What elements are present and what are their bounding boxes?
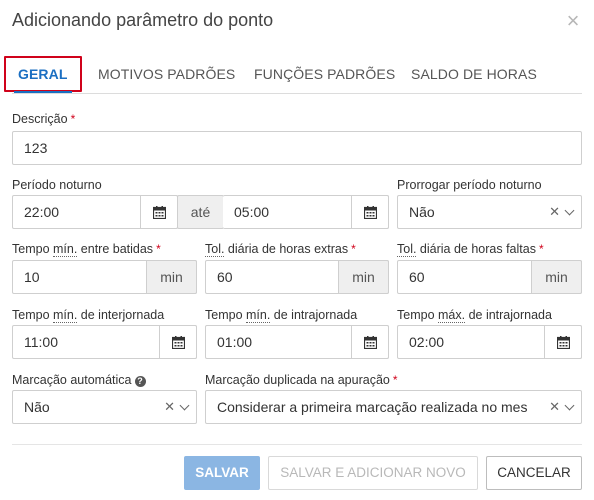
tempo-min-interjornada-input[interactable]: 11:00 xyxy=(12,325,197,359)
footer-divider xyxy=(12,444,582,445)
marcacao-duplicada-label: Marcação duplicada na apuração * xyxy=(205,373,398,387)
tab-bar: GERAL MOTIVOS PADRÕES FUNÇÕES PADRÕES SA… xyxy=(4,56,582,94)
descricao-label: Descrição * xyxy=(12,112,75,126)
prorrogar-select[interactable]: Não ✕ xyxy=(397,195,582,229)
required-marker: * xyxy=(392,373,398,387)
close-icon[interactable]: × xyxy=(564,10,582,32)
label-part: de interjornada xyxy=(77,308,165,322)
clear-icon[interactable]: ✕ xyxy=(549,196,560,228)
calendar-icon xyxy=(171,335,185,349)
periodo-separator: até xyxy=(177,195,224,229)
required-marker: * xyxy=(351,242,356,256)
label-abbr: Tol. xyxy=(397,242,417,257)
tempo-min-intrajornada-input[interactable]: 01:00 xyxy=(205,325,389,359)
label-abbr: mín. xyxy=(246,308,271,323)
calendar-button-interjornada[interactable] xyxy=(159,325,197,359)
calendar-button-periodo-end[interactable] xyxy=(351,195,389,229)
tol-horas-faltas-input[interactable]: 60 min xyxy=(397,260,582,294)
periodo-separator-text: até xyxy=(190,204,211,220)
tempo-min-batidas-label: Tempo mín. entre batidas * xyxy=(12,242,161,257)
descricao-label-text: Descrição xyxy=(12,112,68,126)
clear-icon[interactable]: ✕ xyxy=(164,391,175,423)
dialog-title: Adicionando parâmetro do ponto xyxy=(12,10,274,30)
cancel-button[interactable]: CANCELAR xyxy=(486,456,582,490)
label-part: Tempo xyxy=(205,308,246,322)
descricao-value: 123 xyxy=(24,140,48,156)
help-icon[interactable]: ? xyxy=(134,376,146,387)
label-part: diária de horas extras xyxy=(224,242,349,256)
required-marker: * xyxy=(156,242,161,256)
label-abbr: mín. xyxy=(53,242,78,257)
label-abbr: mín. xyxy=(53,308,78,323)
label-part: Marcação duplicada na apuração xyxy=(205,373,390,387)
label-part: entre batidas xyxy=(77,242,154,256)
tempo-min-interjornada-label: Tempo mín. de interjornada xyxy=(12,308,165,323)
chevron-down-icon[interactable] xyxy=(564,400,575,410)
label-part: diária de horas faltas xyxy=(416,242,536,256)
marcacao-duplicada-select[interactable]: Considerar a primeira marcação realizada… xyxy=(205,390,582,424)
select-controls: ✕ xyxy=(549,391,575,423)
marcacao-automatica-select[interactable]: Não ✕ xyxy=(12,390,197,424)
marcacao-duplicada-value: Considerar a primeira marcação realizada… xyxy=(217,399,527,415)
periodo-noturno-label: Período noturno xyxy=(12,178,102,192)
label-abbr: Tol. xyxy=(205,242,225,257)
label-part: Tempo xyxy=(12,242,53,256)
calendar-button-max-intrajornada[interactable] xyxy=(544,325,582,359)
label-part: Marcação automática xyxy=(12,373,132,387)
tab-funcoes-padroes[interactable]: FUNÇÕES PADRÕES xyxy=(254,56,395,93)
label-part: Tempo xyxy=(397,308,438,322)
tempo-min-intrajornada-label: Tempo mín. de intrajornada xyxy=(205,308,358,323)
unit-addon: min xyxy=(531,260,582,294)
periodo-end-input[interactable]: 05:00 xyxy=(223,195,389,229)
unit-addon: min xyxy=(338,260,389,294)
calendar-icon xyxy=(152,205,166,219)
label-part: de intrajornada xyxy=(465,308,552,322)
label-part: de intrajornada xyxy=(270,308,358,322)
calendar-button-min-intrajornada[interactable] xyxy=(351,325,389,359)
unit-addon: min xyxy=(146,260,197,294)
periodo-start-input[interactable]: 22:00 xyxy=(12,195,178,229)
tab-saldo-de-horas[interactable]: SALDO DE HORAS xyxy=(411,56,537,93)
descricao-input[interactable]: 123 xyxy=(12,131,582,165)
chevron-down-icon[interactable] xyxy=(179,400,190,410)
calendar-button-periodo-start[interactable] xyxy=(140,195,178,229)
calendar-icon xyxy=(363,205,377,219)
select-controls: ✕ xyxy=(164,391,190,423)
tempo-max-intrajornada-input[interactable]: 02:00 xyxy=(397,325,582,359)
calendar-icon xyxy=(556,335,570,349)
prorrogar-label: Prorrogar período noturno xyxy=(397,178,542,192)
tol-horas-extras-label: Tol. diária de horas extras * xyxy=(205,242,356,257)
tab-geral[interactable]: GERAL xyxy=(4,56,82,93)
select-controls: ✕ xyxy=(549,196,575,228)
save-and-add-new-button[interactable]: SALVAR E ADICIONAR NOVO xyxy=(268,456,478,490)
clear-icon[interactable]: ✕ xyxy=(549,391,560,423)
tab-motivos-padroes[interactable]: MOTIVOS PADRÕES xyxy=(98,56,235,93)
calendar-icon xyxy=(363,335,377,349)
tol-horas-faltas-label: Tol. diária de horas faltas * xyxy=(397,242,544,257)
required-marker: * xyxy=(538,242,544,256)
tempo-min-batidas-input[interactable]: 10 min xyxy=(12,260,197,294)
tempo-max-intrajornada-label: Tempo máx. de intrajornada xyxy=(397,308,552,323)
label-part: Tempo xyxy=(12,308,53,322)
label-abbr: máx. xyxy=(438,308,466,323)
required-marker: * xyxy=(70,112,76,126)
tol-horas-extras-input[interactable]: 60 min xyxy=(205,260,389,294)
marcacao-automatica-label: Marcação automática? xyxy=(12,373,146,387)
save-button[interactable]: SALVAR xyxy=(184,456,260,490)
chevron-down-icon[interactable] xyxy=(564,205,575,215)
